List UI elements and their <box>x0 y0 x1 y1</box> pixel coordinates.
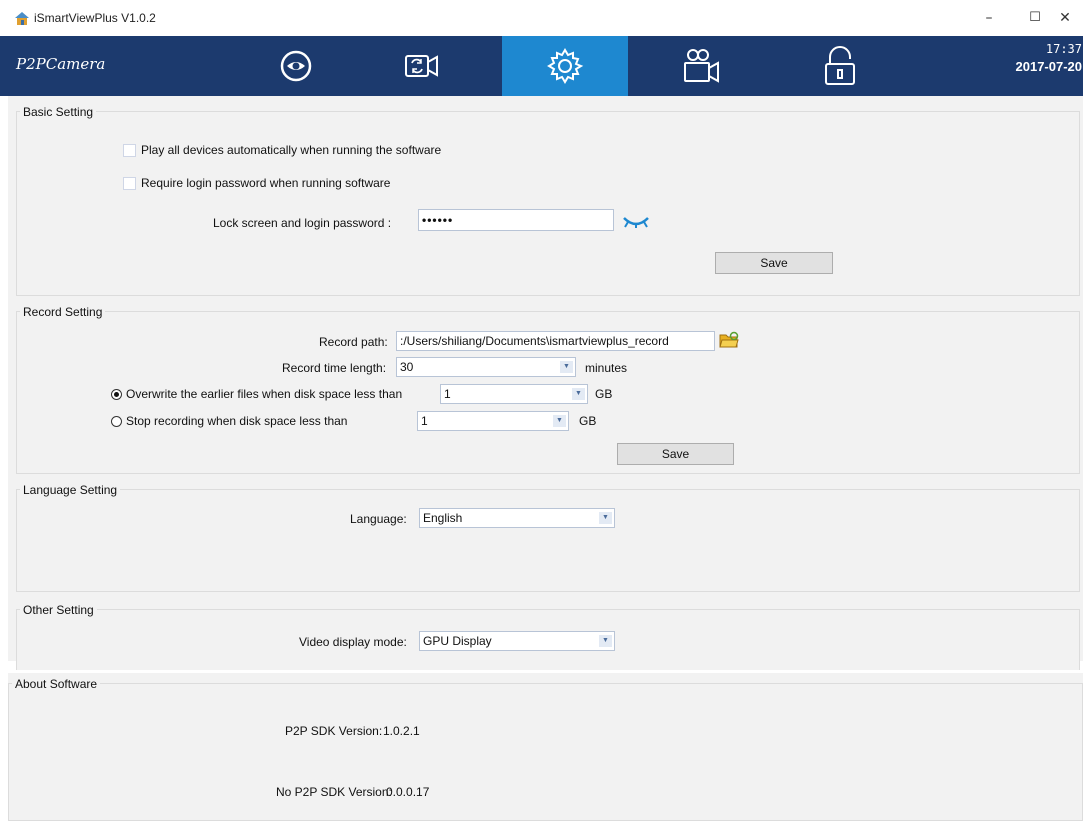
overwrite-label: Overwrite the earlier files when disk sp… <box>126 387 403 401</box>
camera-playback-icon <box>405 55 438 77</box>
autoplay-checkbox[interactable] <box>123 144 136 157</box>
overwrite-size-value: 1 <box>444 387 451 401</box>
video-display-label: Video display mode: <box>299 635 407 649</box>
tab-preview[interactable] <box>233 36 359 96</box>
about-software-title: About Software <box>12 677 101 691</box>
gear-icon <box>547 48 584 84</box>
settings-panel: Basic Setting Play all devices automatic… <box>8 96 1083 670</box>
stop-unit: GB <box>579 414 597 428</box>
record-setting-title: Record Setting <box>20 305 106 319</box>
lock-icon <box>825 46 855 85</box>
no-p2p-sdk-version: 0.0.0.17 <box>386 785 430 799</box>
stop-size-value: 1 <box>421 414 428 428</box>
p2p-sdk-label: P2P SDK Version: <box>285 724 383 738</box>
record-save-button[interactable]: Save <box>617 443 734 465</box>
about-panel: About Software P2P SDK Version: 1.0.2.1 … <box>8 673 1083 821</box>
require-password-checkbox[interactable] <box>123 177 136 190</box>
other-setting-title: Other Setting <box>20 603 97 617</box>
about-software-group: About Software P2P SDK Version: 1.0.2.1 … <box>8 677 1083 821</box>
overwrite-radio[interactable] <box>111 389 122 400</box>
minimize-button[interactable]: – <box>966 6 1012 30</box>
record-time-value: 30 <box>400 360 414 374</box>
no-p2p-sdk-label: No P2P SDK Version: <box>276 785 392 799</box>
record-time-unit: minutes <box>585 361 628 375</box>
record-setting-group: Record Setting Record path: :/Users/shil… <box>16 305 1080 474</box>
chevron-down-icon: ▼ <box>553 415 566 427</box>
folder-browse-icon[interactable] <box>719 331 739 349</box>
lock-password-label: Lock screen and login password : <box>213 216 392 230</box>
tab-playback[interactable] <box>359 36 485 96</box>
basic-setting-group: Basic Setting Play all devices automatic… <box>16 105 1080 296</box>
stop-recording-radio[interactable] <box>111 416 122 427</box>
camera-add-icon <box>684 49 719 83</box>
chevron-down-icon: ▼ <box>560 361 573 373</box>
record-time-label: Record time length: <box>282 361 387 375</box>
autoplay-label: Play all devices automatically when runn… <box>141 143 442 157</box>
window-title: iSmartViewPlus V1.0.2 <box>34 11 156 25</box>
chevron-down-icon: ▼ <box>572 388 585 400</box>
tab-lock[interactable] <box>777 36 903 96</box>
basic-setting-title: Basic Setting <box>20 105 97 119</box>
overwrite-size-select[interactable]: 1 ▼ <box>440 384 588 404</box>
close-button[interactable]: ✕ <box>1047 6 1083 30</box>
nav-date: 2017-07-20 <box>1015 59 1083 74</box>
lock-password-input[interactable]: •••••• <box>418 209 614 231</box>
language-label: Language: <box>350 512 407 526</box>
basic-save-button[interactable]: Save <box>715 252 833 274</box>
video-display-value: GPU Display <box>423 634 492 648</box>
record-path-input[interactable]: :/Users/shiliang/Documents\ismartviewplu… <box>396 331 715 351</box>
p2p-sdk-version: 1.0.2.1 <box>383 724 420 738</box>
other-setting-group: Other Setting Video display mode: GPU Di… <box>16 603 1080 670</box>
stop-recording-label: Stop recording when disk space less than <box>126 414 348 428</box>
video-display-select[interactable]: GPU Display ▼ <box>419 631 615 651</box>
tab-devices[interactable] <box>639 36 765 96</box>
language-value: English <box>423 511 463 525</box>
chevron-down-icon: ▼ <box>599 512 612 524</box>
require-password-label: Require login password when running soft… <box>141 176 391 190</box>
record-path-label: Record path: <box>319 335 388 349</box>
chevron-down-icon: ▼ <box>599 635 612 647</box>
stop-size-select[interactable]: 1 ▼ <box>417 411 569 431</box>
show-password-eye-icon[interactable] <box>622 216 650 228</box>
home-icon <box>15 12 29 25</box>
language-select[interactable]: English ▼ <box>419 508 615 528</box>
nav-datetime: 17:37 2017-07-20 <box>1002 42 1083 74</box>
app-logo: P2PCamera <box>16 55 106 73</box>
tab-settings[interactable] <box>502 36 628 96</box>
eye-icon <box>280 50 312 82</box>
record-time-select[interactable]: 30 ▼ <box>396 357 576 377</box>
language-setting-group: Language Setting Language: English ▼ <box>16 483 1080 592</box>
nav-time: 17:37 <box>1045 42 1082 56</box>
overwrite-unit: GB <box>595 387 613 401</box>
language-setting-title: Language Setting <box>20 483 121 497</box>
title-bar: iSmartViewPlus V1.0.2 – ☐ ✕ <box>0 0 1083 36</box>
